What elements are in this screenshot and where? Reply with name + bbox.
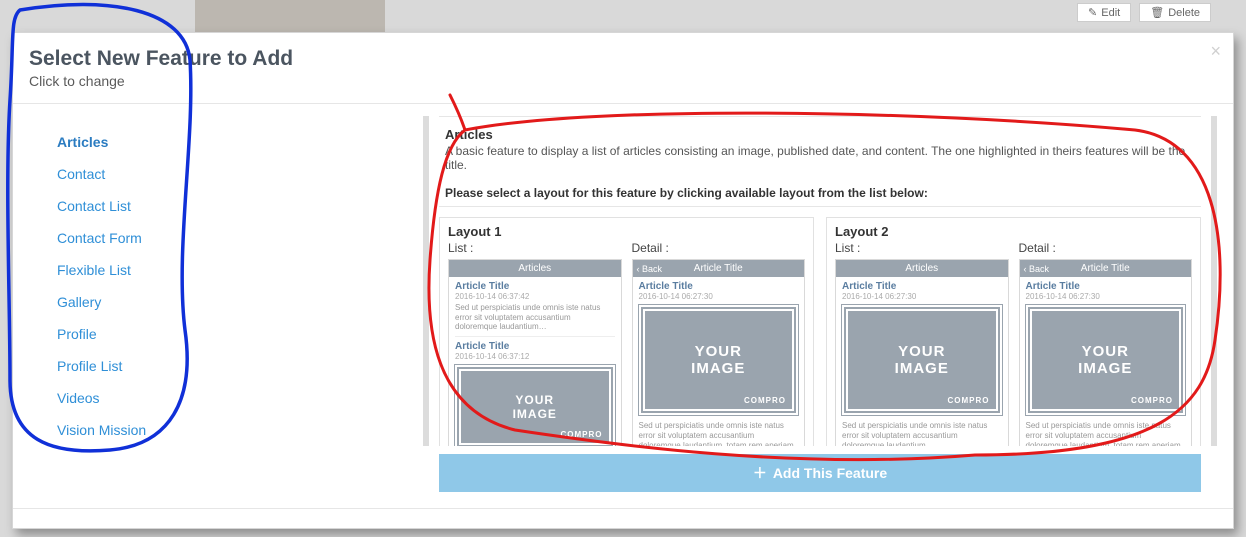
modal-subtitle: Click to change	[29, 73, 1213, 89]
layout-detail-preview: ‹ Back Article Title Article Title 2016-…	[632, 259, 806, 446]
sidebar-item-label: Profile	[57, 326, 97, 342]
feature-instruction: Please select a layout for this feature …	[445, 186, 1195, 200]
layout-title: Layout 1	[448, 224, 805, 239]
sidebar-item-label: Vision Mission	[57, 422, 146, 438]
preview-header: Articles	[449, 260, 621, 277]
bg-delete-button[interactable]: 🗑 Delete	[1139, 3, 1211, 22]
feature-content: Articles A basic feature to display a li…	[423, 116, 1233, 496]
add-feature-label: Add This Feature	[773, 465, 887, 481]
layout-options: Layout 1 List : Articles Article Title	[439, 217, 1201, 446]
brand-watermark: COMPRO	[1131, 396, 1173, 405]
layout-detail-label: Detail :	[632, 241, 806, 255]
sidebar-item-label: Gallery	[57, 294, 101, 310]
modal-footer	[13, 508, 1233, 528]
modal-header: Select New Feature to Add Click to chang…	[13, 33, 1233, 104]
sidebar-item-videos[interactable]: Videos	[57, 382, 399, 414]
image-placeholder: YOURIMAGE COMPRO	[455, 365, 615, 446]
sidebar-item-label: Contact Form	[57, 230, 142, 246]
feature-modal: Select New Feature to Add Click to chang…	[12, 32, 1234, 529]
image-placeholder: YOURIMAGE COMPRO	[639, 305, 799, 415]
sidebar-item-label: Contact List	[57, 198, 131, 214]
layout-list-label: List :	[448, 241, 622, 255]
back-icon: ‹ Back	[1024, 264, 1050, 274]
sidebar-item-label: Articles	[57, 134, 108, 150]
back-icon: ‹ Back	[637, 264, 663, 274]
bg-edit-label: Edit	[1101, 7, 1120, 19]
layout-list-label: List :	[835, 241, 1009, 255]
close-icon: ×	[1210, 41, 1221, 61]
sidebar-item-label: Videos	[57, 390, 100, 406]
preview-list-item: Article Title 2016-10-14 06:37:42 Sed ut…	[455, 281, 615, 337]
layout-option-2[interactable]: Layout 2 List : Articles Article Title 2…	[826, 217, 1201, 446]
layout-detail-preview: ‹ Back Article Title Article Title 2016-…	[1019, 259, 1193, 446]
preview-header: Articles	[836, 260, 1008, 277]
brand-watermark: COMPRO	[561, 430, 603, 439]
sidebar-item-label: Contact	[57, 166, 105, 182]
layout-list-preview: Articles Article Title 2016-10-14 06:37:…	[448, 259, 622, 446]
modal-title: Select New Feature to Add	[29, 47, 1213, 71]
modal-body: Articles Contact Contact List Contact Fo…	[13, 104, 1233, 508]
preview-list-item: Article Title 2016-10-14 06:37:12 YOURIM…	[455, 341, 615, 446]
feature-scroll-area[interactable]: Articles A basic feature to display a li…	[423, 116, 1217, 446]
modal-close-button[interactable]: ×	[1210, 41, 1221, 62]
layout-detail-label: Detail :	[1019, 241, 1193, 255]
sidebar-item-label: Flexible List	[57, 262, 131, 278]
feature-type-sidebar: Articles Contact Contact List Contact Fo…	[13, 116, 423, 496]
bg-edit-button[interactable]: ✎ Edit	[1077, 3, 1131, 22]
plus-icon: ＋	[753, 463, 767, 483]
sidebar-item-flexible-list[interactable]: Flexible List	[57, 254, 399, 286]
add-feature-button[interactable]: ＋ Add This Feature	[439, 454, 1201, 492]
preview-header: ‹ Back Article Title	[633, 260, 805, 277]
feature-description: A basic feature to display a list of art…	[445, 144, 1195, 172]
sidebar-item-contact[interactable]: Contact	[57, 158, 399, 190]
brand-watermark: COMPRO	[744, 396, 786, 405]
layout-list-preview: Articles Article Title 2016-10-14 06:27:…	[835, 259, 1009, 446]
sidebar-item-profile[interactable]: Profile	[57, 318, 399, 350]
sidebar-item-articles[interactable]: Articles	[57, 126, 399, 158]
feature-name: Articles	[445, 127, 1195, 142]
sidebar-item-profile-list[interactable]: Profile List	[57, 350, 399, 382]
preview-header: ‹ Back Article Title	[1020, 260, 1192, 277]
background-image-strip	[195, 0, 385, 33]
sidebar-item-vision-mission[interactable]: Vision Mission	[57, 414, 399, 446]
pencil-icon: ✎	[1088, 6, 1097, 19]
layout-title: Layout 2	[835, 224, 1192, 239]
bg-delete-label: Delete	[1168, 7, 1200, 19]
image-placeholder: YOURIMAGE COMPRO	[1026, 305, 1186, 415]
layout-option-1[interactable]: Layout 1 List : Articles Article Title	[439, 217, 814, 446]
feature-description-panel: Articles A basic feature to display a li…	[439, 116, 1201, 207]
sidebar-item-gallery[interactable]: Gallery	[57, 286, 399, 318]
sidebar-item-contact-list[interactable]: Contact List	[57, 190, 399, 222]
bg-toolbar: ✎ Edit 🗑 Delete	[1077, 3, 1211, 22]
sidebar-item-contact-form[interactable]: Contact Form	[57, 222, 399, 254]
sidebar-item-label: Profile List	[57, 358, 122, 374]
trash-icon: 🗑	[1150, 6, 1164, 19]
image-placeholder: YOURIMAGE COMPRO	[842, 305, 1002, 415]
brand-watermark: COMPRO	[948, 396, 990, 405]
